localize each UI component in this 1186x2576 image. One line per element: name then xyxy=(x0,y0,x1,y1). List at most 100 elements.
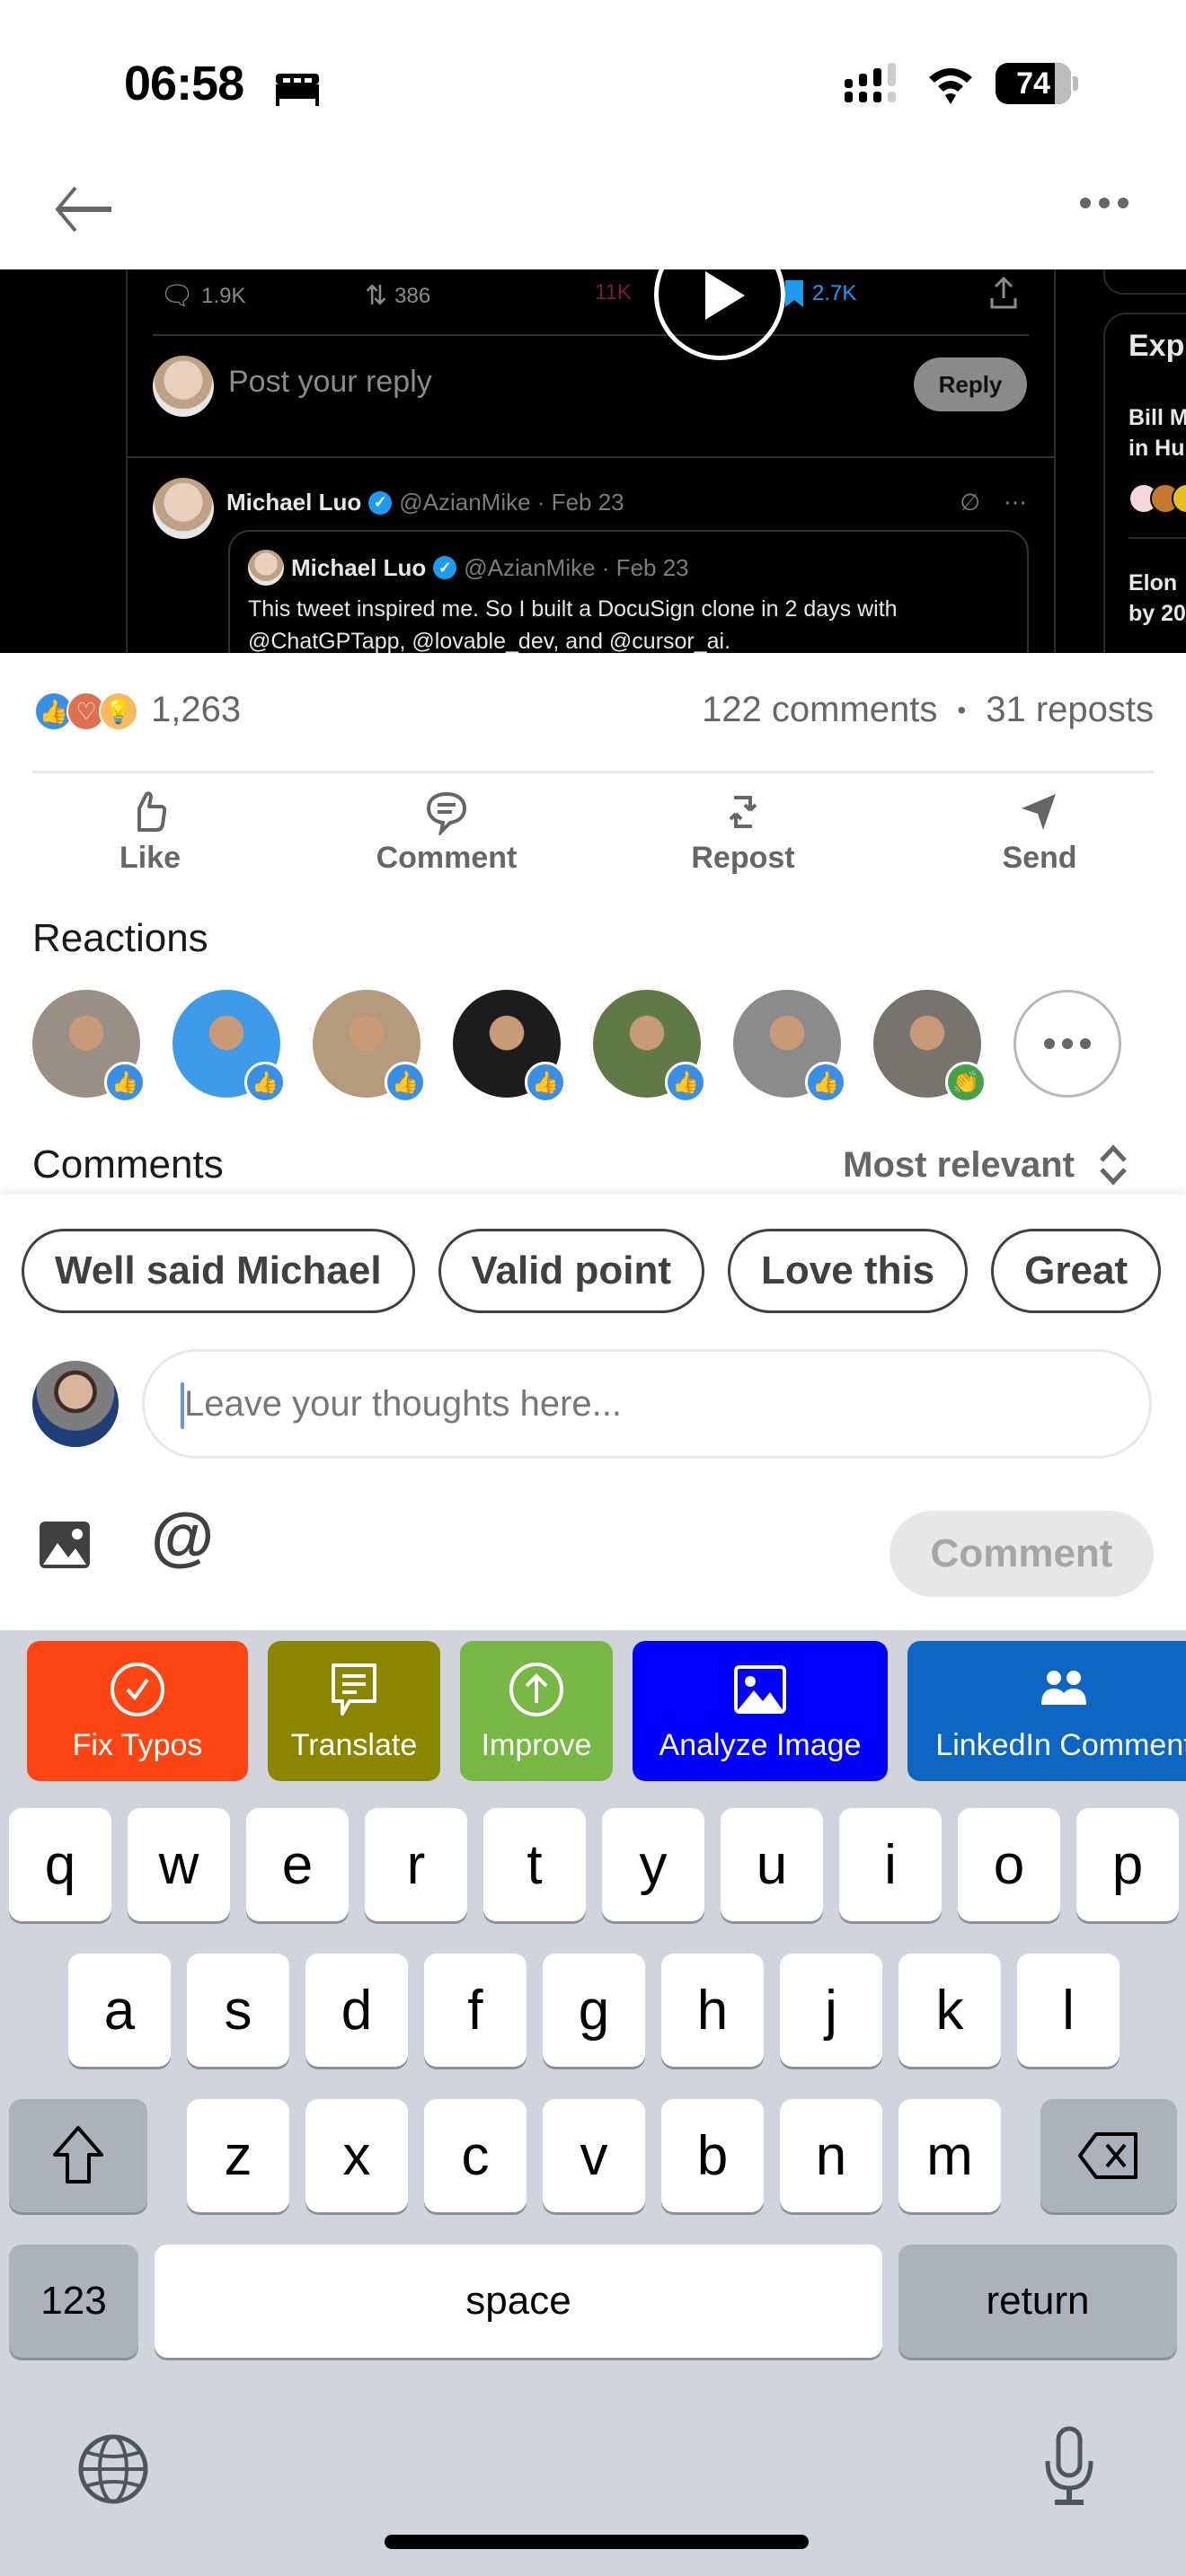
key-z[interactable]: z xyxy=(187,2099,289,2212)
key-r[interactable]: r xyxy=(365,1808,467,1921)
comment-button[interactable]: Comment xyxy=(343,789,550,887)
microphone-icon[interactable] xyxy=(1042,2425,1096,2508)
globe-icon[interactable] xyxy=(77,2432,149,2506)
send-button[interactable]: Send xyxy=(936,789,1143,887)
home-indicator xyxy=(385,2535,809,2549)
reaction-count[interactable]: 1,263 xyxy=(151,690,241,730)
like-badge-icon: 👍 xyxy=(525,1062,566,1103)
quoted-tweet: Michael Luo ✓ @AzianMike · Feb 23 This t… xyxy=(228,530,1029,653)
engagement-counts: 122 comments • 31 reposts xyxy=(702,690,1154,730)
ai-action-label: Fix Typos xyxy=(72,1727,203,1762)
comment-input[interactable] xyxy=(142,1349,1152,1459)
image-icon[interactable] xyxy=(38,1520,92,1570)
comments-count-link[interactable]: 122 comments xyxy=(702,690,937,730)
ai-action-translate[interactable]: Translate xyxy=(268,1641,440,1781)
key-d[interactable]: d xyxy=(305,1954,408,2067)
suggestion-chips: Well said Michael Valid point Love this Gre… xyxy=(22,1229,1164,1313)
key-e[interactable]: e xyxy=(246,1808,349,1921)
key-w[interactable]: w xyxy=(128,1808,230,1921)
key-j[interactable]: j xyxy=(780,1954,882,2067)
reaction-summary-icons[interactable]: 👍 ♡ 💡 xyxy=(34,692,138,731)
comments-heading: Comments xyxy=(32,1142,224,1187)
author-avatar xyxy=(153,478,214,539)
ai-action-fix-typos[interactable]: Fix Typos xyxy=(27,1641,248,1781)
return-key[interactable]: return xyxy=(898,2245,1177,2358)
more-reactors-button[interactable] xyxy=(1013,990,1121,1098)
trend-item: Bill Min Hu xyxy=(1128,405,1186,461)
verified-badge-icon: ✓ xyxy=(368,490,393,515)
repost-button[interactable]: Repost xyxy=(640,789,846,887)
key-o[interactable]: o xyxy=(958,1808,1060,1921)
key-b[interactable]: b xyxy=(661,2099,764,2212)
reactor-avatar[interactable]: 👍 xyxy=(593,990,706,1103)
grok-icon: ∅ xyxy=(960,489,980,516)
ai-action-label: LinkedIn Comment xyxy=(935,1727,1186,1762)
key-m[interactable]: m xyxy=(898,2099,1001,2212)
numbers-key[interactable]: 123 xyxy=(9,2245,138,2358)
play-icon[interactable] xyxy=(654,269,785,360)
tweet-bookmarks: 2.7K xyxy=(783,280,856,307)
tweet-author: Michael Luo ✓ @AzianMike · Feb 23 xyxy=(226,489,624,516)
key-g[interactable]: g xyxy=(543,1954,645,2067)
key-v[interactable]: v xyxy=(543,2099,645,2212)
comment-icon xyxy=(426,791,467,835)
key-s[interactable]: s xyxy=(187,1954,289,2067)
speech-bubble-icon xyxy=(332,1663,376,1716)
verified-badge-icon: ✓ xyxy=(433,556,457,579)
space-key[interactable]: space xyxy=(155,2245,882,2358)
suggestion-chip[interactable]: Love this xyxy=(728,1229,969,1313)
mention-button[interactable]: @ xyxy=(151,1504,214,1569)
key-t[interactable]: t xyxy=(483,1808,586,1921)
key-u[interactable]: u xyxy=(721,1808,823,1921)
key-n[interactable]: n xyxy=(780,2099,882,2212)
trend-item: Elon by 20 xyxy=(1128,570,1186,626)
delete-key[interactable] xyxy=(1040,2099,1177,2212)
more-options-button[interactable] xyxy=(1080,198,1128,208)
reactor-avatar[interactable]: 👍 xyxy=(453,990,566,1103)
key-p[interactable]: p xyxy=(1076,1808,1179,1921)
sort-dropdown[interactable]: Most relevant xyxy=(843,1144,1128,1186)
key-y[interactable]: y xyxy=(602,1808,704,1921)
submit-comment-button[interactable]: Comment xyxy=(890,1511,1154,1597)
suggestion-chip[interactable]: Great xyxy=(991,1229,1162,1313)
reactor-avatar[interactable]: 👍 xyxy=(733,990,846,1103)
arrow-up-circle-icon xyxy=(509,1662,563,1716)
image-icon xyxy=(734,1664,786,1714)
reactor-avatar[interactable]: 👍 xyxy=(313,990,426,1103)
reactor-avatar[interactable]: 👍 xyxy=(173,990,286,1103)
ai-action-analyze-image[interactable]: Analyze Image xyxy=(633,1641,888,1781)
ai-action-improve[interactable]: Improve xyxy=(460,1641,613,1781)
key-i[interactable]: i xyxy=(839,1808,942,1921)
post-media[interactable]: 🗨 1.9K ⇅ 386 11K 2.7K Post your reply Repl… xyxy=(0,269,1186,653)
retweet-icon: ⇅ xyxy=(365,281,388,311)
key-l[interactable]: l xyxy=(1017,1954,1120,2067)
key-h[interactable]: h xyxy=(661,1954,764,2067)
shift-key[interactable] xyxy=(9,2099,147,2212)
key-a[interactable]: a xyxy=(68,1954,171,2067)
suggestion-chip[interactable]: Well said Michael xyxy=(22,1229,415,1313)
tweet-reply-button: Reply xyxy=(914,357,1027,411)
comment-composer: Well said Michael Valid point Love this Gre… xyxy=(0,1195,1186,1630)
key-c[interactable]: c xyxy=(424,2099,527,2212)
key-q[interactable]: q xyxy=(9,1808,111,1921)
back-arrow-icon[interactable] xyxy=(52,182,115,236)
text-caret xyxy=(181,1382,184,1429)
like-badge-icon: 👍 xyxy=(385,1062,426,1103)
suggestion-chip[interactable]: Valid point xyxy=(438,1229,704,1313)
reactor-avatar[interactable]: 👍 xyxy=(32,990,146,1103)
ai-action-linkedin-comment[interactable]: LinkedIn Comment xyxy=(907,1641,1186,1781)
divider xyxy=(128,456,1054,458)
key-x[interactable]: x xyxy=(305,2099,408,2212)
key-f[interactable]: f xyxy=(424,1954,527,2067)
tweet-reposts: ⇅ 386 xyxy=(365,281,431,311)
ai-action-label: Translate xyxy=(290,1727,418,1762)
divider xyxy=(32,771,1154,773)
shift-icon xyxy=(53,2126,103,2183)
reactor-avatar[interactable]: 👏 xyxy=(873,990,987,1103)
reply-bubble-icon: 🗨 xyxy=(160,281,195,311)
reposts-count-link[interactable]: 31 reposts xyxy=(986,690,1154,730)
delete-icon xyxy=(1078,2132,1137,2179)
like-button[interactable]: Like xyxy=(47,789,253,887)
key-k[interactable]: k xyxy=(898,1954,1001,2067)
reply-avatar xyxy=(153,356,214,417)
